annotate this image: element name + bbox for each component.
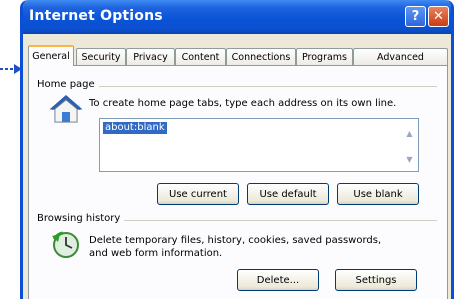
home-page-url-textarea[interactable]: about:blank ▲ ▼: [99, 118, 419, 172]
tab-security[interactable]: Security: [76, 48, 126, 65]
tab-advanced[interactable]: Advanced: [353, 48, 448, 65]
tab-privacy[interactable]: Privacy: [126, 48, 175, 65]
tab-general[interactable]: General: [28, 45, 74, 66]
settings-button[interactable]: Settings: [335, 269, 417, 291]
use-default-button[interactable]: Use default: [247, 183, 329, 205]
history-clock-icon: [52, 231, 79, 258]
window-title: Internet Options: [29, 8, 163, 24]
delete-button[interactable]: Delete...: [237, 269, 319, 291]
use-current-button[interactable]: Use current: [157, 183, 239, 205]
browsing-history-group-title: Browsing history: [37, 213, 125, 224]
help-button[interactable]: ?: [405, 6, 426, 27]
home-page-url-value: about:blank: [103, 122, 167, 134]
scroll-up-icon[interactable]: ▲: [403, 127, 416, 140]
home-page-instruction: To create home page tabs, type each addr…: [89, 98, 397, 109]
close-button[interactable]: ✕: [428, 6, 449, 27]
internet-options-dialog: Internet Options ? ✕ General Security Pr…: [20, 0, 454, 299]
help-icon: ?: [411, 9, 420, 24]
general-tab-panel: Home page To create home page tabs, type…: [28, 65, 448, 299]
tab-content[interactable]: Content: [175, 48, 226, 65]
tab-connections[interactable]: Connections: [226, 48, 296, 65]
close-icon: ✕: [433, 9, 444, 24]
browsing-history-description-line2: and web form information.: [89, 248, 223, 259]
house-icon: [49, 95, 83, 123]
home-page-group-title: Home page: [37, 79, 99, 90]
scroll-down-icon[interactable]: ▼: [403, 153, 416, 166]
callout-arrow-icon: [0, 64, 22, 74]
title-bar[interactable]: Internet Options ? ✕: [23, 0, 451, 34]
tab-programs[interactable]: Programs: [296, 48, 353, 65]
use-blank-button[interactable]: Use blank: [337, 183, 419, 205]
browsing-history-description-line1: Delete temporary files, history, cookies…: [89, 235, 382, 246]
